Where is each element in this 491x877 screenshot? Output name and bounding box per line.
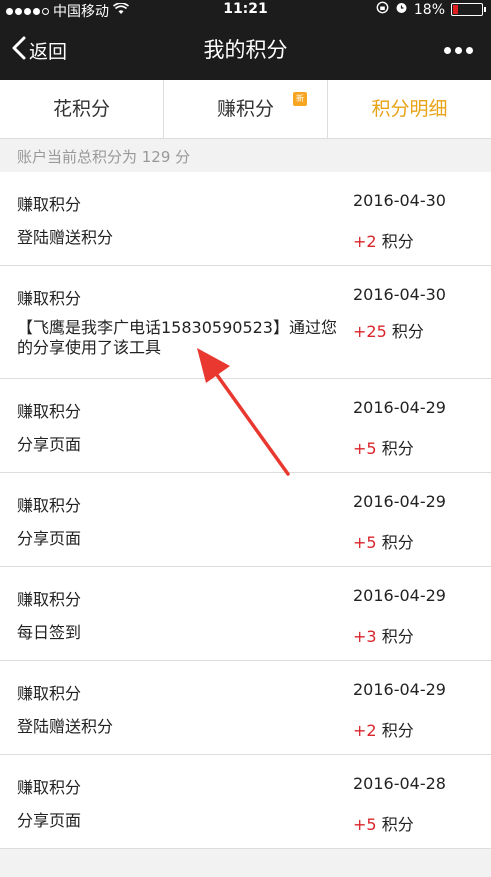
record-type: 赚取积分	[17, 402, 82, 421]
list-item: 赚取积分 2016-04-29 分享页面 +5 积分	[0, 473, 491, 567]
points-amount: +5	[353, 439, 377, 458]
record-points: +2 积分	[353, 228, 414, 252]
points-unit: 积分	[391, 322, 424, 341]
battery-percent: 18%	[413, 1, 445, 18]
record-date: 2016-04-30	[353, 191, 446, 210]
points-unit: 积分	[381, 627, 414, 646]
list-item: 赚取积分 2016-04-29 分享页面 +5 积分	[0, 379, 491, 473]
list-item: 赚取积分 2016-04-29 登陆赠送积分 +2 积分	[0, 661, 491, 755]
record-date: 2016-04-30	[353, 285, 446, 304]
record-date: 2016-04-29	[353, 398, 446, 417]
points-record-list: 赚取积分 2016-04-30 登陆赠送积分 +2 积分 赚取积分 2016-0…	[0, 172, 491, 849]
points-amount: +3	[353, 627, 377, 646]
record-type: 赚取积分	[17, 590, 82, 609]
record-description: 【飞鹰是我李广电话15830590523】通过您的分享使用了该工具	[17, 318, 337, 357]
alarm-clock-icon	[395, 1, 408, 18]
record-description: 登陆赠送积分	[17, 717, 114, 736]
points-unit: 积分	[381, 533, 414, 552]
record-description: 分享页面	[17, 529, 82, 548]
list-item: 赚取积分 2016-04-30 登陆赠送积分 +2 积分	[0, 172, 491, 266]
points-unit: 积分	[381, 232, 414, 251]
tab-points-detail[interactable]: 积分明细	[327, 80, 491, 138]
record-description: 分享页面	[17, 811, 82, 830]
navigation-bar: 返回 我的积分	[0, 20, 491, 80]
record-type: 赚取积分	[17, 778, 82, 797]
tab-spend-points[interactable]: 花积分	[0, 80, 163, 138]
points-unit: 积分	[381, 439, 414, 458]
tab-bar: 花积分 赚积分 新 积分明细	[0, 80, 491, 139]
new-badge: 新	[293, 92, 307, 106]
list-item: 赚取积分 2016-04-28 分享页面 +5 积分	[0, 755, 491, 849]
record-points: +5 积分	[353, 435, 414, 459]
record-type: 赚取积分	[17, 195, 82, 214]
total-points-summary: 账户当前总积分为 129 分	[17, 148, 191, 166]
record-date: 2016-04-29	[353, 680, 446, 699]
rotation-lock-icon	[376, 1, 389, 18]
record-date: 2016-04-29	[353, 492, 446, 511]
more-options-button[interactable]	[444, 20, 473, 80]
record-date: 2016-04-29	[353, 586, 446, 605]
points-amount: +5	[353, 815, 377, 834]
points-unit: 积分	[381, 721, 414, 740]
record-type: 赚取积分	[17, 684, 82, 703]
record-description: 分享页面	[17, 435, 82, 454]
record-date: 2016-04-28	[353, 774, 446, 793]
more-dots-icon	[444, 46, 473, 54]
tab-earn-points-label: 赚积分	[216, 98, 274, 120]
list-item: 赚取积分 2016-04-30 【飞鹰是我李广电话15830590523】通过您…	[0, 266, 491, 379]
record-type: 赚取积分	[17, 289, 82, 308]
record-points: +3 积分	[353, 623, 414, 647]
list-item: 赚取积分 2016-04-29 每日签到 +3 积分	[0, 567, 491, 661]
points-amount: +25	[353, 322, 387, 341]
record-points: +2 积分	[353, 717, 414, 741]
record-description: 登陆赠送积分	[17, 228, 114, 247]
record-points: +5 积分	[353, 529, 414, 553]
battery-icon	[451, 3, 486, 16]
points-amount: +5	[353, 533, 377, 552]
points-unit: 积分	[381, 815, 414, 834]
points-amount: +2	[353, 232, 377, 251]
page-title: 我的积分	[203, 38, 288, 62]
record-type: 赚取积分	[17, 496, 82, 515]
record-description: 每日签到	[17, 623, 82, 642]
tab-earn-points[interactable]: 赚积分 新	[163, 80, 327, 138]
record-points: +25 积分	[353, 318, 424, 342]
points-amount: +2	[353, 721, 377, 740]
record-points: +5 积分	[353, 811, 414, 835]
status-bar: 中国移动 11:21 18%	[0, 0, 491, 20]
